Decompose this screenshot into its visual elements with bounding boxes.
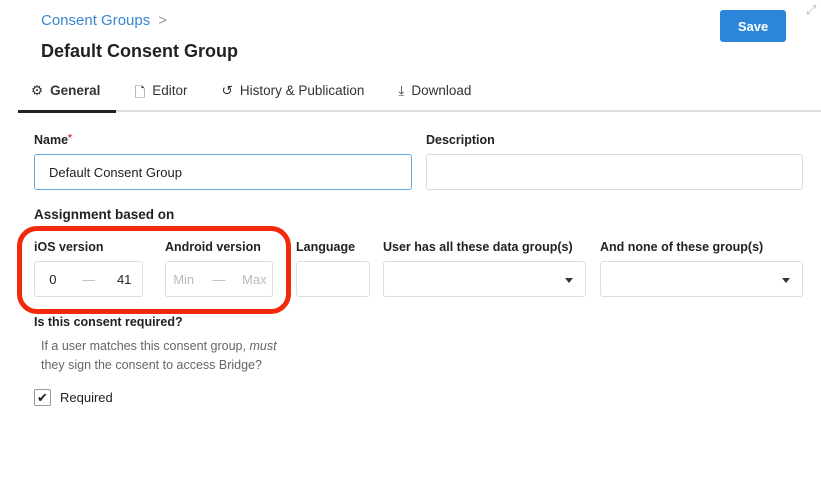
history-icon: ↺	[221, 83, 233, 98]
description-label: Description	[426, 133, 495, 147]
tab-general[interactable]: ⚙ General	[18, 80, 117, 113]
download-icon: ⤓	[398, 83, 405, 98]
page-title: Default Consent Group	[41, 41, 238, 61]
all-groups-select[interactable]	[383, 261, 586, 297]
highlight-annotation	[17, 226, 291, 314]
assignment-heading: Assignment based on	[34, 207, 175, 222]
required-checkbox[interactable]: ✔	[34, 389, 51, 406]
breadcrumb-consent-groups-link[interactable]: Consent Groups	[41, 12, 150, 29]
none-groups-label: And none of these group(s)	[600, 240, 764, 254]
tab-label: General	[50, 83, 101, 98]
required-asterisk: *	[68, 133, 72, 144]
name-label: Name*	[34, 133, 72, 147]
gear-icon: ⚙	[31, 83, 44, 98]
required-label: Required	[60, 390, 113, 405]
breadcrumb: Consent Groups >	[41, 12, 167, 29]
all-groups-label: User has all these data group(s)	[383, 240, 573, 254]
tab-label: History & Publication	[239, 83, 365, 98]
description-input[interactable]	[426, 154, 803, 190]
required-help-text: If a user matches this consent group, mu…	[41, 339, 277, 372]
chevron-right-icon: >	[158, 12, 167, 29]
language-label: Language	[296, 240, 356, 254]
tab-history[interactable]: ↺ History & Publication	[222, 80, 365, 110]
tab-bar: ⚙ General 🗋 Editor ↺ History & Publication …	[18, 80, 821, 113]
language-input[interactable]	[296, 261, 370, 297]
file-icon: 🗋	[134, 85, 146, 100]
required-question: Is this consent required?	[34, 315, 183, 329]
tab-download[interactable]: ⤓ Download	[398, 80, 471, 110]
tab-label: Download	[411, 83, 472, 98]
tab-editor[interactable]: 🗋 Editor	[134, 80, 187, 110]
save-button[interactable]: Save	[720, 10, 786, 42]
none-groups-select[interactable]	[600, 261, 803, 297]
tab-label: Editor	[152, 83, 188, 98]
expand-icon[interactable]: ⤢	[806, 2, 816, 18]
name-input[interactable]: Default Consent Group	[34, 154, 412, 190]
